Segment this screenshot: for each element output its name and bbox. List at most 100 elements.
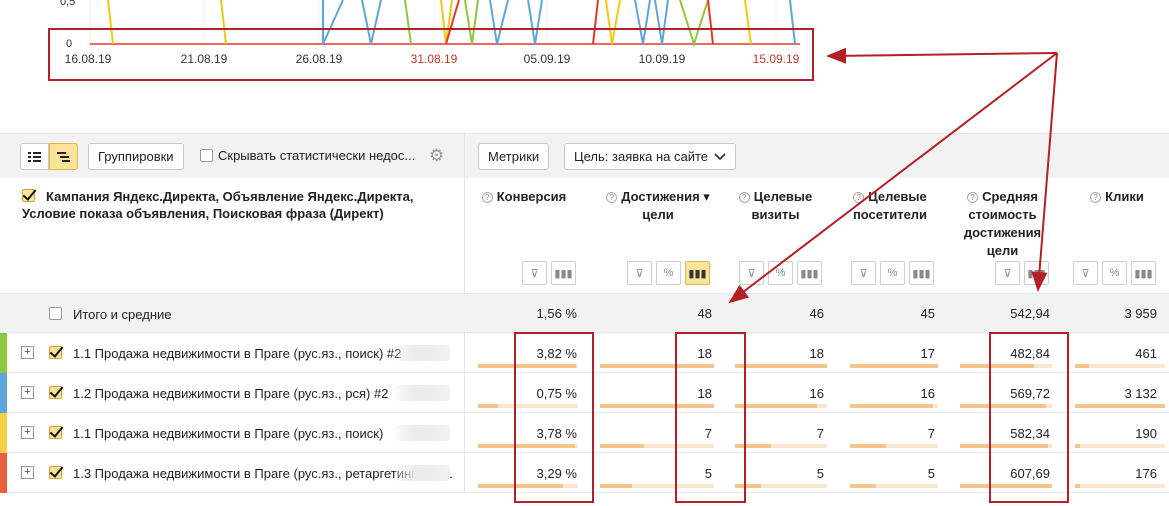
series-line	[220, 0, 227, 45]
x-tick-label: 05.09.19	[523, 52, 571, 66]
row-goals: 5	[704, 466, 712, 481]
tree-view-button[interactable]	[49, 143, 78, 170]
row-clicks: 190	[1135, 426, 1157, 441]
filter-icon[interactable]: ⊽	[995, 261, 1020, 285]
groupings-button[interactable]: Группировки	[88, 143, 184, 170]
series-line	[744, 0, 752, 45]
column-header-conversion[interactable]: ? Конверсия	[478, 188, 570, 206]
series-line	[605, 0, 621, 45]
row-bar-target-visits	[735, 404, 827, 408]
column-header-target-visitors[interactable]: ? Целевые посетители	[845, 188, 935, 224]
series-line	[361, 0, 382, 45]
row-bar-target-visitors	[850, 404, 938, 408]
row-checkbox[interactable]	[49, 386, 62, 399]
help-icon[interactable]: ?	[1090, 192, 1102, 203]
bar-chart-icon[interactable]: ▮▮▮	[685, 261, 710, 285]
series-line	[107, 0, 114, 45]
column-header-goals[interactable]: ? Достижения ▾ цели	[598, 188, 718, 224]
row-clicks: 176	[1135, 466, 1157, 481]
row-bar-target-visits	[735, 484, 827, 488]
bar-chart-icon[interactable]: ▮▮▮	[909, 261, 934, 285]
row-bar-clicks	[1075, 404, 1165, 408]
percent-icon[interactable]: %	[768, 261, 793, 285]
bar-chart-icon[interactable]: ▮▮▮	[1024, 261, 1049, 285]
y-tick-label: 0	[66, 38, 73, 50]
expand-row-button[interactable]: +	[21, 346, 34, 359]
filter-icon[interactable]: ⊽	[627, 261, 652, 285]
dimension-header[interactable]: Кампания Яндекс.Директа, Объявление Янде…	[22, 188, 442, 222]
totals-checkbox[interactable]	[49, 307, 62, 320]
row-conversion: 3,82 %	[536, 346, 577, 361]
row-checkbox[interactable]	[49, 466, 62, 479]
row-color-marker	[0, 453, 7, 493]
row-clicks: 3 132	[1124, 386, 1157, 401]
x-tick-label: 16.08.19	[64, 52, 112, 66]
hide-insignificant-toggle[interactable]: Скрывать статистически недос...	[200, 148, 415, 163]
series-line	[445, 0, 460, 45]
series-line	[592, 0, 599, 45]
series-line	[679, 0, 709, 48]
totals-row: Итого и средние 1,56 % 48 46 45 542,94 3…	[0, 293, 1169, 333]
table-row[interactable]: +1.1 Продажа недвижимости в Праге (рус.я…	[0, 413, 1169, 453]
filter-icon[interactable]: ⊽	[522, 261, 547, 285]
goal-select-value: Цель: заявка на сайте	[574, 149, 708, 164]
bar-chart-icon[interactable]: ▮▮▮	[797, 261, 822, 285]
percent-icon[interactable]: %	[1102, 261, 1127, 285]
percent-icon[interactable]: %	[656, 261, 681, 285]
table-row[interactable]: +1.3 Продажа недвижимости в Праге (рус.я…	[0, 453, 1169, 493]
dimension-checkbox[interactable]	[22, 189, 35, 202]
totals-clicks: 3 959	[1124, 306, 1157, 321]
bar-chart-icon[interactable]: ▮▮▮	[1131, 261, 1156, 285]
expand-row-button[interactable]: +	[21, 386, 34, 399]
series-line	[440, 0, 453, 45]
x-tick-label: 15.09.19	[752, 52, 800, 66]
tree-icon	[57, 151, 70, 162]
row-color-marker	[0, 333, 7, 373]
row-bar-conversion	[478, 404, 578, 408]
x-tick-label: 10.09.19	[638, 52, 686, 66]
row-bar-conversion	[478, 364, 578, 368]
expand-row-button[interactable]: +	[21, 426, 34, 439]
goal-select[interactable]: Цель: заявка на сайте	[564, 143, 736, 170]
series-line	[634, 0, 651, 45]
row-target-visits: 18	[809, 346, 824, 361]
table-row[interactable]: +1.2 Продажа недвижимости в Праге (рус.я…	[0, 373, 1169, 413]
series-line	[489, 0, 509, 45]
row-bar-goals	[600, 404, 714, 408]
column-header-clicks[interactable]: ? Клики	[1082, 188, 1152, 206]
row-avg-cost: 482,84	[1010, 346, 1050, 361]
bar-chart-icon[interactable]: ▮▮▮	[551, 261, 576, 285]
totals-target-visitors: 45	[920, 306, 935, 321]
help-icon[interactable]: ?	[967, 192, 979, 203]
help-icon[interactable]: ?	[853, 192, 865, 203]
row-bar-goals	[600, 484, 714, 488]
gear-icon[interactable]: ⚙	[429, 146, 444, 166]
table-row[interactable]: +1.1 Продажа недвижимости в Праге (рус.я…	[0, 333, 1169, 373]
hide-insignificant-checkbox[interactable]	[200, 149, 213, 162]
help-icon[interactable]: ?	[738, 192, 750, 203]
row-bar-clicks	[1075, 484, 1165, 488]
dimension-title: Кампания Яндекс.Директа, Объявление Янде…	[22, 189, 414, 221]
column-header-target-visits[interactable]: ? Целевые визиты	[733, 188, 818, 224]
column-header-avg-cost[interactable]: ? Средняя стоимость достижения цели	[955, 188, 1050, 260]
row-name: 1.2 Продажа недвижимости в Праге (рус.яз…	[73, 386, 389, 401]
filter-icon[interactable]: ⊽	[851, 261, 876, 285]
row-checkbox[interactable]	[49, 346, 62, 359]
list-view-button[interactable]	[20, 143, 49, 170]
hide-insignificant-label: Скрывать статистически недос...	[218, 148, 416, 163]
row-checkbox[interactable]	[49, 426, 62, 439]
help-icon[interactable]: ?	[606, 192, 618, 203]
help-icon[interactable]: ?	[481, 192, 493, 203]
filter-icon[interactable]: ⊽	[739, 261, 764, 285]
metrics-button[interactable]: Метрики	[478, 143, 550, 170]
totals-goals: 48	[697, 306, 712, 321]
totals-avg-cost: 542,94	[1010, 306, 1050, 321]
totals-conversion: 1,56 %	[536, 306, 577, 321]
percent-icon[interactable]: %	[880, 261, 905, 285]
filter-icon[interactable]: ⊽	[1073, 261, 1098, 285]
row-bar-target-visitors	[850, 364, 938, 368]
row-conversion: 0,75 %	[536, 386, 577, 401]
row-bar-target-visits	[735, 364, 827, 368]
row-color-marker	[0, 373, 7, 413]
expand-row-button[interactable]: +	[21, 466, 34, 479]
